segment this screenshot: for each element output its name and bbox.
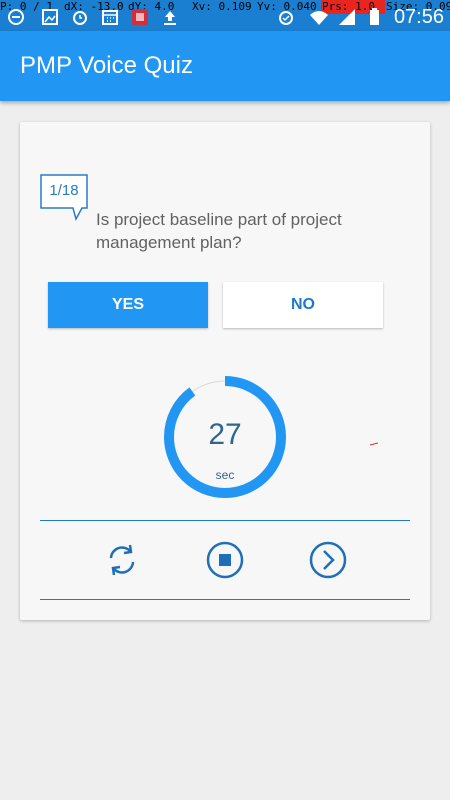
alarm-icon bbox=[73, 11, 87, 25]
battery-icon bbox=[370, 8, 379, 25]
app-title: PMP Voice Quiz bbox=[20, 52, 193, 79]
quiz-card: 1/18 Is project baseline part of project… bbox=[20, 122, 430, 620]
status-bar: P: 0 / 1 dX: -13.0 dY: 4.0 Xv: 0.109 Yv:… bbox=[0, 0, 450, 31]
question-counter: 1/18 bbox=[49, 182, 79, 199]
wifi-icon bbox=[310, 11, 328, 25]
controls-divider-top bbox=[40, 520, 410, 521]
controls-divider-bottom bbox=[40, 599, 410, 600]
upload-icon bbox=[164, 11, 176, 25]
calendar-icon bbox=[102, 10, 118, 25]
next-icon[interactable] bbox=[308, 540, 348, 580]
stop-icon[interactable] bbox=[205, 540, 245, 580]
minus-circle-icon bbox=[8, 9, 24, 25]
signal-icon bbox=[339, 9, 355, 25]
image-icon bbox=[42, 9, 58, 25]
status-clock: 07:56 bbox=[393, 6, 444, 28]
touch-trace-mark bbox=[370, 442, 378, 446]
no-button[interactable]: NO bbox=[223, 282, 383, 328]
repeat-icon[interactable] bbox=[102, 540, 142, 580]
yes-button[interactable]: YES bbox=[48, 282, 208, 328]
app-bar: PMP Voice Quiz bbox=[0, 31, 450, 101]
timer-unit: sec bbox=[215, 468, 235, 482]
timer-seconds: 27 bbox=[208, 418, 242, 451]
question-text: Is project baseline part of project mana… bbox=[96, 210, 342, 252]
app-icon bbox=[132, 9, 148, 25]
alarm-icon bbox=[279, 11, 293, 25]
